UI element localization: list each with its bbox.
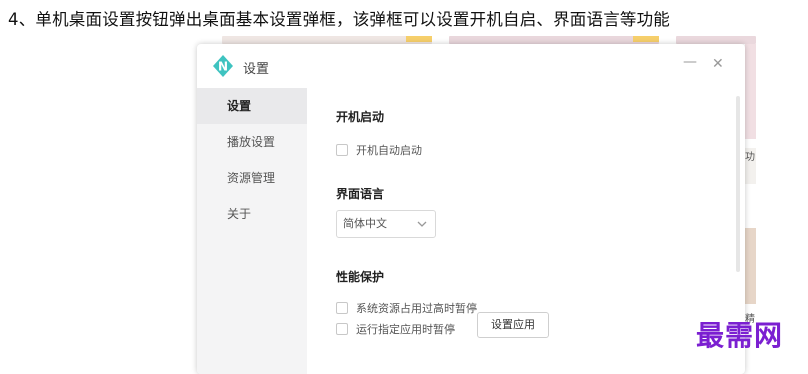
set-apps-button[interactable]: 设置应用: [477, 312, 549, 338]
pause-high-usage-label: 系统资源占用过高时暂停: [356, 302, 477, 315]
autostart-label: 开机自动启动: [356, 144, 422, 157]
minimize-button[interactable]: —: [683, 54, 697, 70]
pause-high-usage-option[interactable]: 系统资源占用过高时暂停: [336, 300, 477, 316]
app-logo-icon: N: [213, 55, 233, 77]
language-select-value: 简体中文: [343, 217, 387, 230]
chevron-down-icon: [417, 211, 427, 248]
watermark-logo: 最需网: [696, 319, 784, 352]
background-tile: [676, 36, 756, 44]
background-tile: [449, 36, 659, 44]
sidebar-item-about[interactable]: 关于: [197, 196, 307, 232]
startup-section-title: 开机启动: [336, 110, 385, 124]
content-scrollbar[interactable]: [736, 96, 740, 272]
settings-dialog: N 设置 — ✕ 设置 播放设置 资源管理 关于 开机启动 开机自动启动 界面语…: [197, 44, 745, 374]
background-text: 功: [745, 152, 755, 163]
pause-high-usage-checkbox[interactable]: [336, 302, 348, 314]
sidebar-item-resources[interactable]: 资源管理: [197, 160, 307, 196]
sidebar-item-settings[interactable]: 设置: [197, 88, 307, 124]
language-section-title: 界面语言: [336, 187, 385, 201]
pause-app-running-label: 运行指定应用时暂停: [356, 323, 455, 336]
background-tile: [222, 36, 432, 44]
pause-app-running-option[interactable]: 运行指定应用时暂停: [336, 321, 455, 337]
sidebar-item-playback[interactable]: 播放设置: [197, 124, 307, 160]
language-select[interactable]: 简体中文: [336, 210, 436, 238]
autostart-option[interactable]: 开机自动启动: [336, 142, 422, 158]
performance-section-title: 性能保护: [336, 270, 385, 284]
close-button[interactable]: ✕: [712, 56, 724, 72]
autostart-checkbox[interactable]: [336, 144, 348, 156]
dialog-titlebar: N 设置 — ✕: [197, 44, 745, 88]
settings-content: 开机启动 开机自动启动 界面语言 简体中文 性能保护 系统资源占用过高时暂停 运…: [307, 88, 737, 374]
page-caption: 4、单机桌面设置按钮弹出桌面基本设置弹框，该弹框可以设置开机自启、界面语言等功能: [8, 10, 670, 29]
logo-letter: N: [218, 60, 228, 74]
pause-app-running-checkbox[interactable]: [336, 323, 348, 335]
dialog-title: 设置: [243, 62, 270, 77]
settings-sidebar: 设置 播放设置 资源管理 关于: [197, 88, 307, 374]
